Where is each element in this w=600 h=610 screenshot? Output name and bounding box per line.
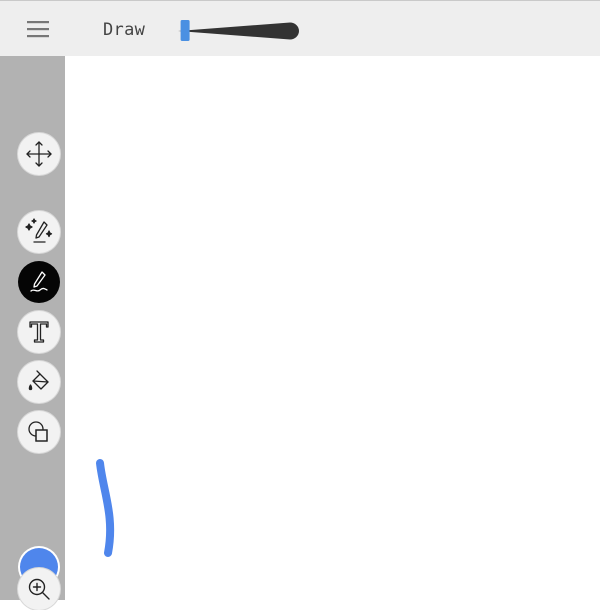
pen-tool-button[interactable] [18,261,60,303]
fill-tool-button[interactable] [18,361,60,403]
brush-size-thumb[interactable] [180,20,190,41]
shapes-tool-button[interactable] [18,411,60,453]
tool-sidebar [0,56,65,610]
zoom-in-icon [28,578,50,600]
move-tool-button[interactable] [18,133,60,175]
text-tool-button[interactable] [18,311,60,353]
app-title: Draw [103,20,146,40]
shapes-icon [28,421,48,442]
text-icon [29,321,49,343]
move-arrows-icon [26,141,52,167]
paint-bucket-icon [28,370,49,391]
hamburger-menu-icon [27,21,49,38]
brush-size-track [178,22,299,40]
magic-pen-icon [25,218,53,243]
canvas-stroke [96,459,115,557]
drawing-canvas[interactable] [65,56,600,600]
magic-pen-tool-button[interactable] [18,211,60,253]
brush-size-slider[interactable] [176,17,306,45]
zoom-tool-button[interactable] [18,568,60,610]
pen-icon [30,271,48,292]
menu-button[interactable] [20,17,56,41]
top-toolbar: Draw [0,1,600,56]
